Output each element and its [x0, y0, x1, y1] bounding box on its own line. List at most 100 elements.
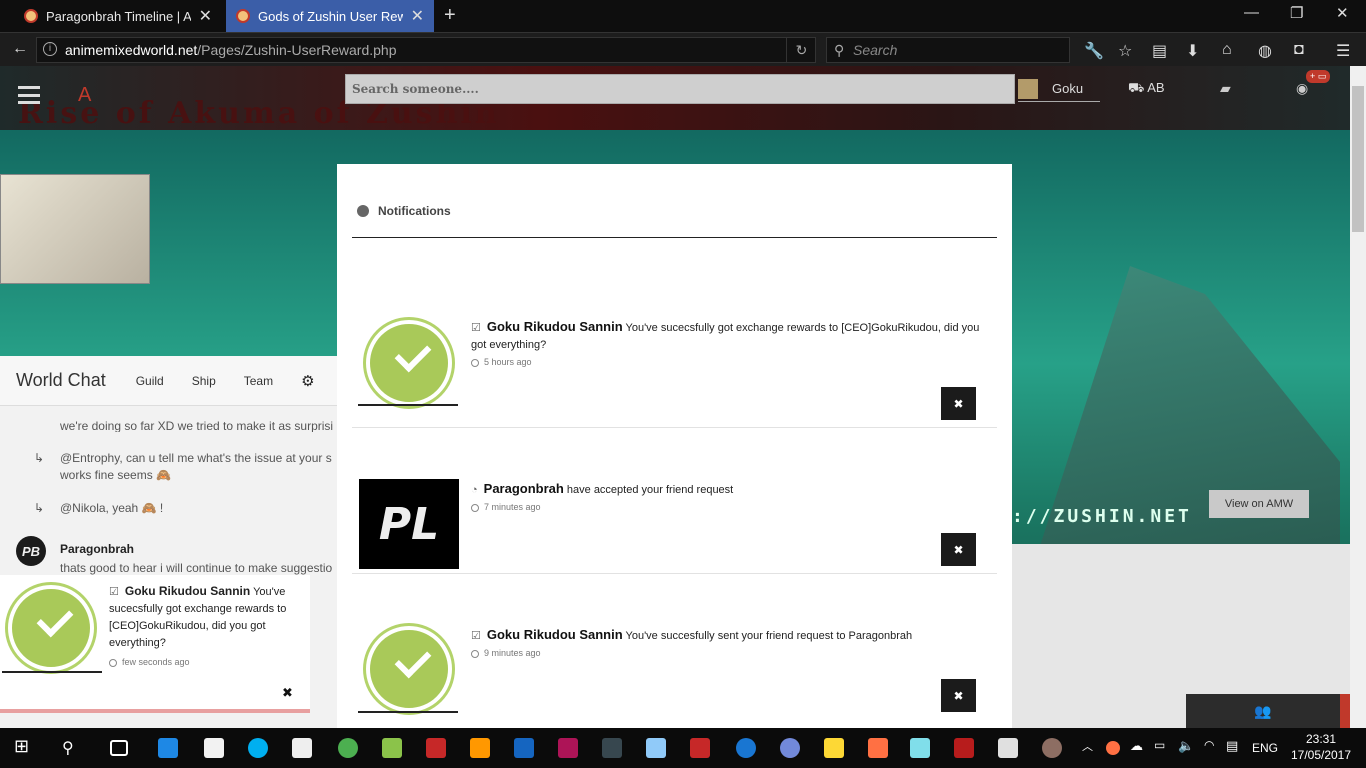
- user-name: Goku: [1052, 81, 1084, 96]
- info-icon[interactable]: i: [43, 42, 57, 56]
- toast-close-button[interactable]: ✖: [282, 685, 293, 701]
- gear-icon[interactable]: ⚙: [301, 372, 314, 390]
- skype-icon[interactable]: [248, 738, 268, 758]
- ab-link[interactable]: ⛟ AB: [1128, 80, 1165, 98]
- back-arrow-icon[interactable]: ←: [12, 40, 28, 58]
- chat-tab-guild[interactable]: Guild: [136, 374, 164, 388]
- task-view-icon[interactable]: [110, 740, 128, 756]
- store-icon[interactable]: [292, 738, 312, 758]
- scrollbar-thumb[interactable]: [1352, 86, 1364, 232]
- volume-icon[interactable]: 🔈: [1178, 738, 1198, 758]
- browser-tab-bar: Paragonbrah Timeline | AMW ✕ Gods of Zus…: [0, 0, 1366, 32]
- hamburger-menu-icon[interactable]: [18, 86, 40, 104]
- time-text: 5 hours ago: [484, 357, 532, 367]
- tray-chevron-icon[interactable]: ︿: [1082, 738, 1102, 758]
- toast-name[interactable]: Goku Rikudou Sannin: [125, 584, 250, 598]
- wifi-icon[interactable]: ◠: [1204, 738, 1224, 758]
- site-logo-icon[interactable]: A: [78, 84, 91, 107]
- language-indicator[interactable]: ENG: [1252, 741, 1278, 755]
- search-icon[interactable]: ⚲: [62, 738, 82, 758]
- reload-icon[interactable]: ↻: [786, 37, 816, 63]
- new-tab-icon[interactable]: +: [444, 4, 456, 27]
- battery-icon[interactable]: ▭: [1154, 738, 1174, 758]
- home-icon[interactable]: ⌂: [1222, 41, 1232, 59]
- close-tab-icon[interactable]: ✕: [199, 6, 212, 26]
- reply-arrow-icon: ↳: [34, 451, 45, 465]
- url-path: /Pages/Zushin-UserReward.php: [197, 42, 397, 58]
- tab-gods-of-zushin[interactable]: Gods of Zushin User Reward ✕: [226, 0, 434, 32]
- search-someone-input[interactable]: Search someone....: [345, 74, 1015, 104]
- notepad-plus-icon[interactable]: [382, 738, 402, 758]
- paint-icon[interactable]: [1042, 738, 1062, 758]
- pocket-icon[interactable]: ◘: [1294, 41, 1304, 59]
- site-favicon-icon: [236, 9, 250, 23]
- notification-time: 9 minutes ago: [471, 645, 991, 662]
- url-bar[interactable]: i animemixedworld.net/Pages/Zushin-UserR…: [36, 37, 816, 63]
- notification-content: ☑ Goku Rikudou Sannin You've succesfully …: [471, 626, 991, 662]
- tray-app-icon[interactable]: [1106, 741, 1120, 755]
- tab-paragonbrah-timeline[interactable]: Paragonbrah Timeline | AMW ✕: [14, 0, 222, 32]
- wrench-icon[interactable]: 🔧: [1084, 41, 1104, 61]
- chrome-icon[interactable]: [338, 738, 358, 758]
- notepad-icon[interactable]: [204, 738, 224, 758]
- chat-message: ↳ @Nikola, yeah 🙈 !: [0, 500, 338, 518]
- minimize-icon[interactable]: —: [1244, 4, 1259, 21]
- notification-name[interactable]: Paragonbrah: [484, 481, 564, 496]
- app-yellow-icon[interactable]: [824, 738, 844, 758]
- reading-list-icon[interactable]: ▤: [1152, 41, 1167, 61]
- clock[interactable]: 23:31 17/05/2017: [1290, 731, 1352, 763]
- check-icon: [8, 585, 94, 671]
- dismiss-button[interactable]: ✖: [941, 533, 976, 566]
- chat-author-name[interactable]: Paragonbrah: [60, 542, 134, 556]
- reply-arrow-icon: ↳: [34, 501, 45, 515]
- messages-icon[interactable]: ▰: [1220, 80, 1231, 97]
- app-cyan-icon[interactable]: [910, 738, 930, 758]
- notification-content: ◔ Paragonbrah have accepted your friend r…: [471, 480, 991, 516]
- discord-icon[interactable]: [780, 738, 800, 758]
- menu-icon[interactable]: ☰: [1336, 41, 1350, 61]
- maximize-icon[interactable]: ❐: [1290, 4, 1303, 22]
- modal-title: Notifications: [378, 204, 451, 218]
- app-orange-icon[interactable]: [868, 738, 888, 758]
- firefox-icon[interactable]: [736, 738, 756, 758]
- illustrator-icon[interactable]: [470, 738, 490, 758]
- app-red-icon[interactable]: [954, 738, 974, 758]
- notifications-modal: Notifications ☑ Goku Rikudou Sannin You'v…: [337, 164, 1012, 728]
- sync-icon[interactable]: ◍: [1258, 41, 1272, 61]
- terminal-icon[interactable]: [602, 738, 622, 758]
- windows-start-icon[interactable]: ⊞: [14, 736, 34, 756]
- clock-date: 17/05/2017: [1290, 748, 1352, 762]
- paragonbrah-avatar[interactable]: PL: [359, 479, 459, 569]
- notifications-globe-icon[interactable]: ◉: [1296, 80, 1308, 97]
- chat-title: World Chat: [16, 370, 106, 390]
- user-profile-link[interactable]: Goku: [1018, 76, 1100, 102]
- notification-badge: + ▭: [1306, 70, 1331, 83]
- app-white-icon[interactable]: [998, 738, 1018, 758]
- notification-name[interactable]: Goku Rikudou Sannin: [487, 627, 623, 642]
- download-icon[interactable]: ⬇: [1186, 41, 1199, 61]
- close-tab-icon[interactable]: ✕: [411, 6, 424, 26]
- filezilla-icon[interactable]: [690, 738, 710, 758]
- friends-panel-button[interactable]: 👥: [1186, 694, 1340, 728]
- dismiss-button[interactable]: ✖: [941, 679, 976, 712]
- view-on-amw-button[interactable]: View on AMW: [1209, 490, 1309, 518]
- action-center-icon[interactable]: ▤: [1226, 738, 1246, 758]
- edge-icon[interactable]: [158, 738, 178, 758]
- notification-content: ☑ Goku Rikudou Sannin You've sucecsfully …: [471, 318, 991, 371]
- cloud-icon[interactable]: ☁: [1130, 738, 1150, 758]
- guild-art-image[interactable]: [0, 174, 150, 284]
- dismiss-button[interactable]: ✖: [941, 387, 976, 420]
- ab-label: AB: [1147, 80, 1165, 95]
- notification-time: 7 minutes ago: [471, 499, 991, 516]
- bookmark-star-icon[interactable]: ☆: [1118, 41, 1132, 61]
- notification-name[interactable]: Goku Rikudou Sannin: [487, 319, 623, 334]
- avatar[interactable]: PB: [16, 536, 46, 566]
- virtualbox-icon[interactable]: [646, 738, 666, 758]
- photoshop-icon[interactable]: [514, 738, 534, 758]
- browser-search-input[interactable]: ⚲ Search: [826, 37, 1070, 63]
- indesign-icon[interactable]: [558, 738, 578, 758]
- chat-tab-ship[interactable]: Ship: [192, 374, 216, 388]
- close-window-icon[interactable]: ✕: [1336, 4, 1349, 22]
- chat-tab-team[interactable]: Team: [244, 374, 273, 388]
- app-dragon-icon[interactable]: [426, 738, 446, 758]
